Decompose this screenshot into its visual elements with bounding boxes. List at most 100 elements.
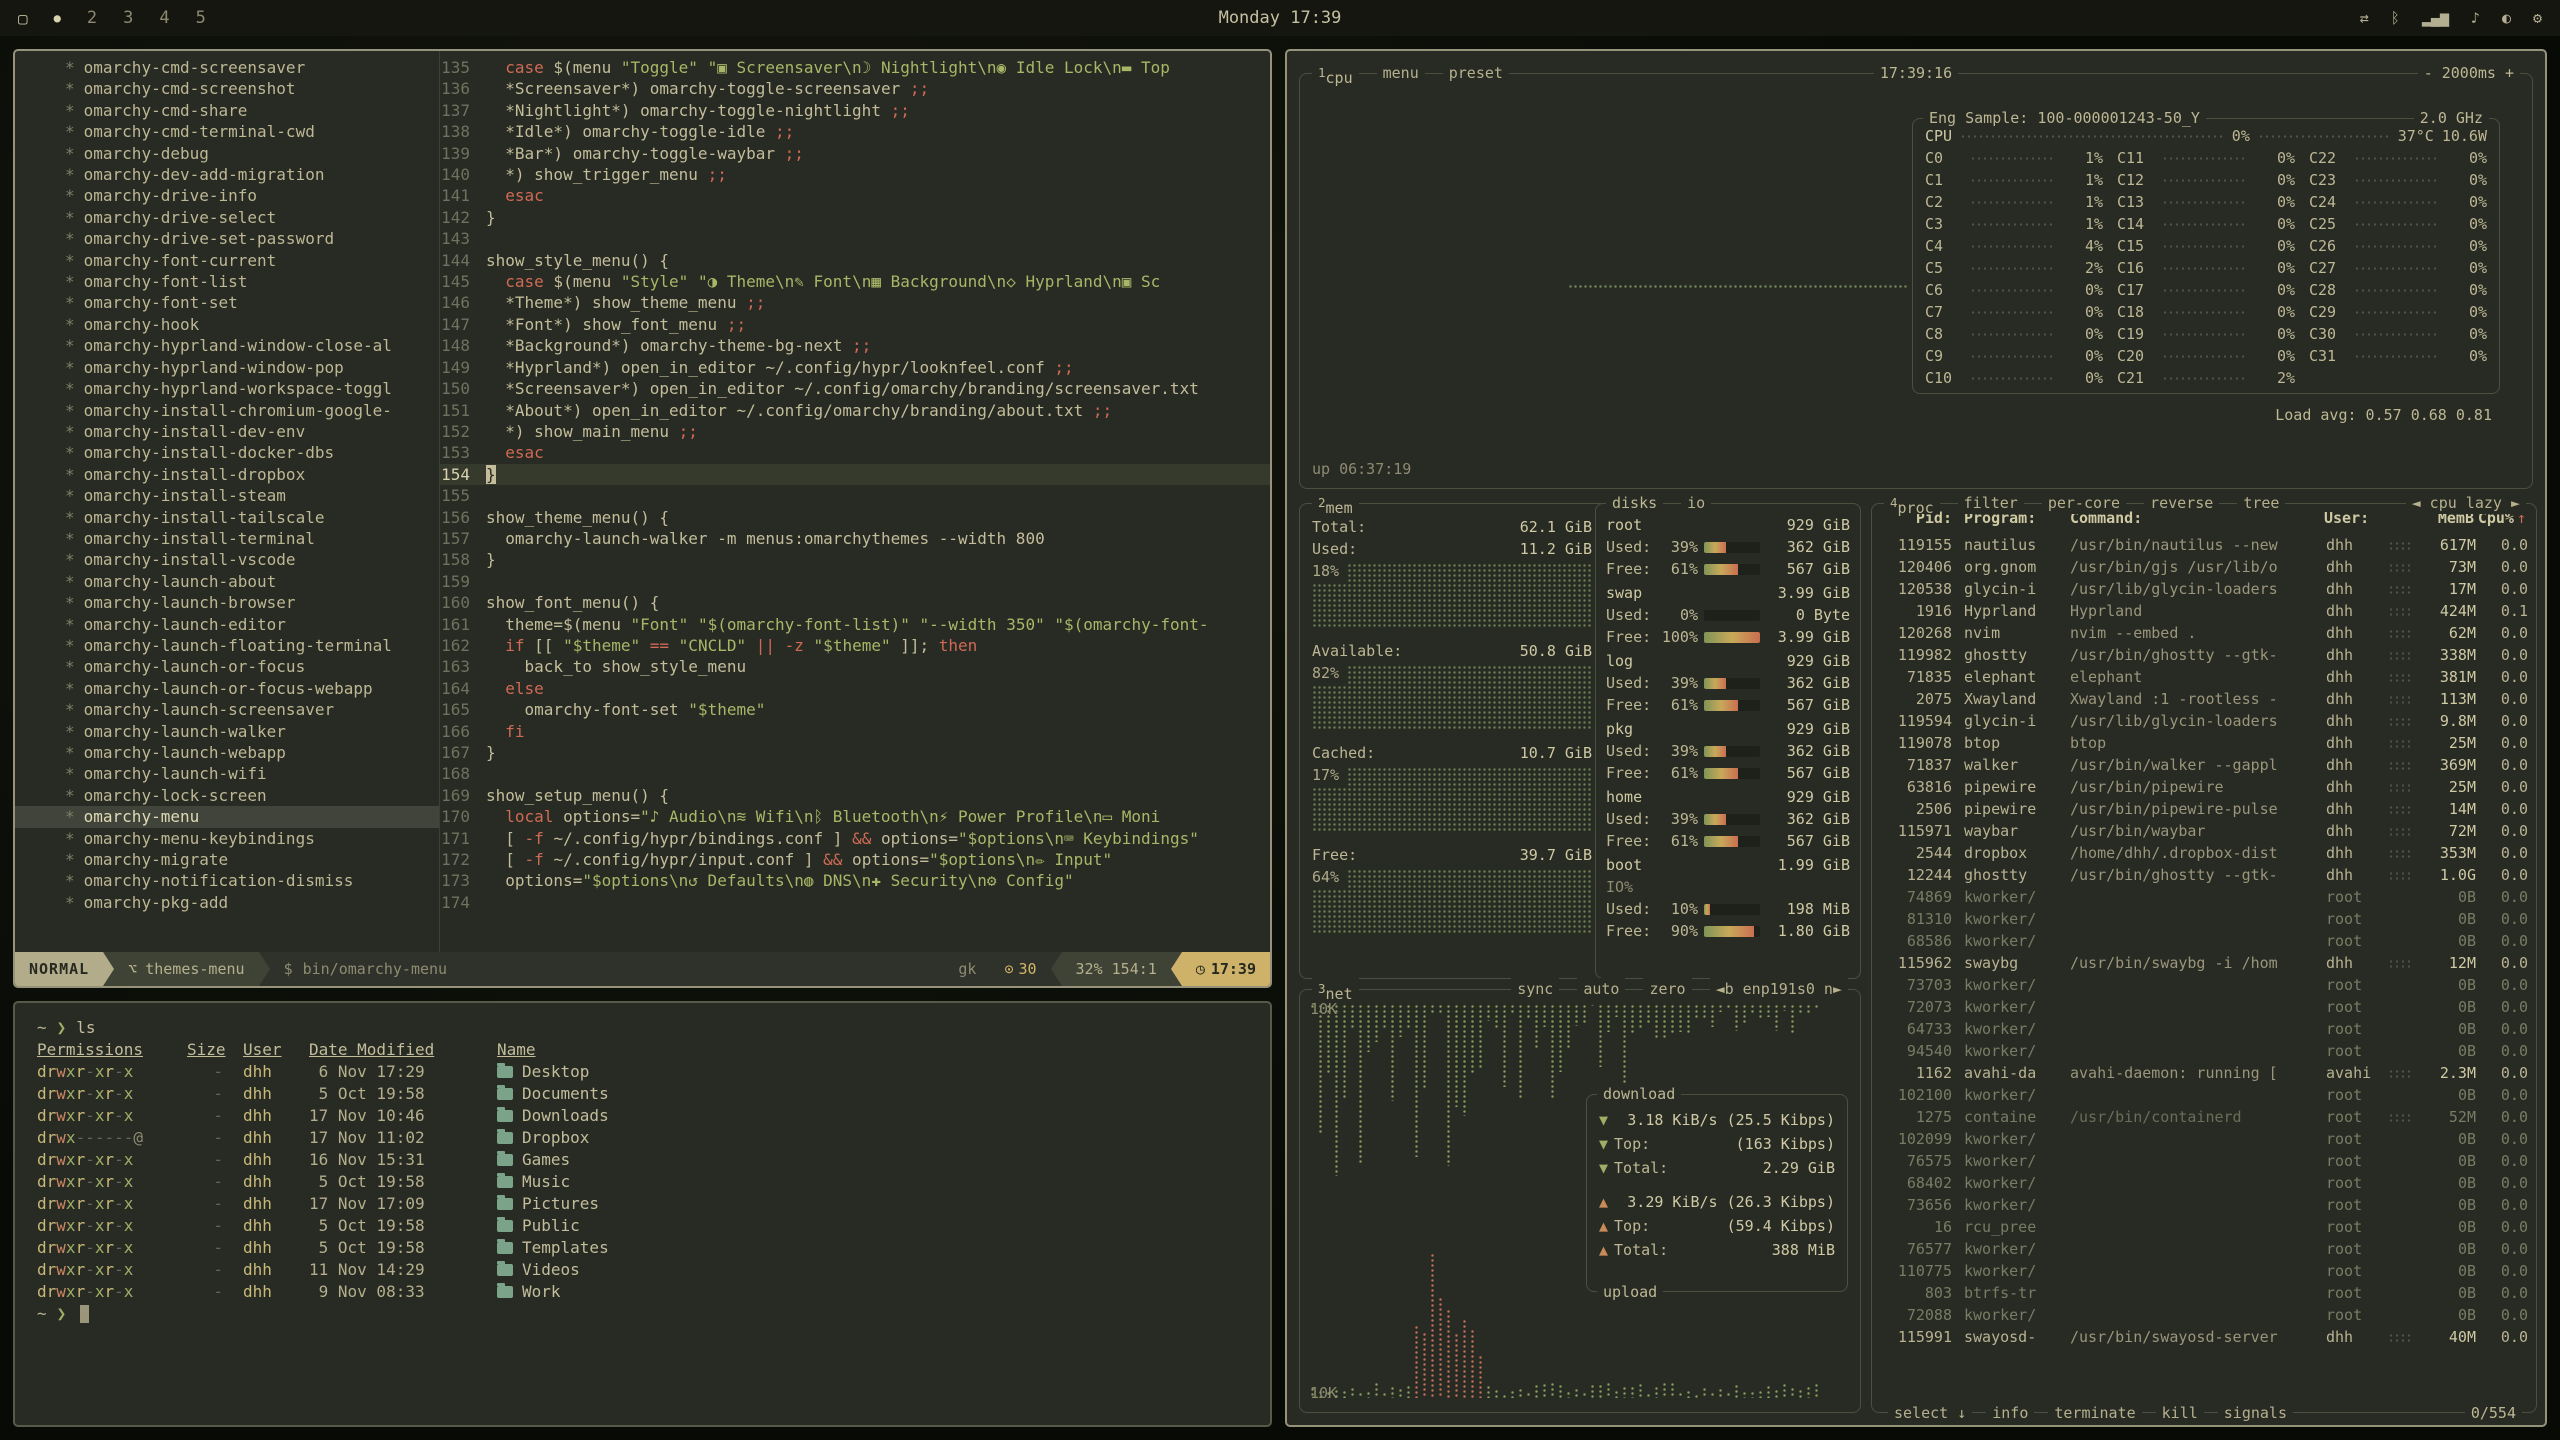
proc-kill-button[interactable]: kill xyxy=(2156,1402,2204,1424)
file-item[interactable]: *omarchy-launch-or-focus xyxy=(15,656,439,677)
btop-menu-button[interactable]: menu xyxy=(1377,62,1425,84)
code-line[interactable]: 154} xyxy=(440,464,1270,485)
file-item[interactable]: *omarchy-notification-dismiss xyxy=(15,870,439,891)
file-item[interactable]: *omarchy-launch-browser xyxy=(15,592,439,613)
file-item[interactable]: *omarchy-launch-about xyxy=(15,571,439,592)
workspace-5[interactable]: 5 xyxy=(196,8,206,28)
proc-per-core-toggle[interactable]: per-core xyxy=(2042,492,2126,514)
proc-terminate-button[interactable]: terminate xyxy=(2048,1402,2141,1424)
code-line[interactable]: 159 xyxy=(440,571,1270,592)
directory-name[interactable]: Music xyxy=(497,1171,1248,1193)
cpu-meter-icon[interactable]: ▂▄▆ xyxy=(2422,9,2449,27)
file-item[interactable]: *omarchy-cmd-screenshot xyxy=(15,78,439,99)
file-item[interactable]: *omarchy-migrate xyxy=(15,849,439,870)
btop-preset-button[interactable]: preset xyxy=(1443,62,1509,84)
workspace-2[interactable]: 2 xyxy=(87,8,97,28)
file-item[interactable]: *omarchy-launch-webapp xyxy=(15,742,439,763)
proc-row[interactable]: 71835elephantelephantdhh381M0.0 xyxy=(1882,666,2528,688)
code-pane[interactable]: 135 case $(menu "Toggle" "▣ Screensaver\… xyxy=(440,51,1270,952)
file-item[interactable]: *omarchy-menu xyxy=(15,806,439,827)
file-item[interactable]: *omarchy-menu-keybindings xyxy=(15,828,439,849)
proc-info-button[interactable]: info xyxy=(1986,1402,2034,1424)
proc-row[interactable]: 12244ghostty/usr/bin/ghostty --gtk-dhh1.… xyxy=(1882,864,2528,886)
code-line[interactable]: 173 options="$options\n↺ Defaults\n◍ DNS… xyxy=(440,870,1270,891)
file-item[interactable]: *omarchy-font-list xyxy=(15,271,439,292)
interval-increase-button[interactable]: + xyxy=(2505,64,2514,82)
workspace-1-active-icon[interactable]: ● xyxy=(54,11,61,25)
proc-row[interactable]: 63816pipewire/usr/bin/pipewiredhh25M0.0 xyxy=(1882,776,2528,798)
file-item[interactable]: *omarchy-launch-floating-terminal xyxy=(15,635,439,656)
proc-row[interactable]: 120406org.gnom/usr/bin/gjs /usr/lib/odhh… xyxy=(1882,556,2528,578)
file-item[interactable]: *omarchy-lock-screen xyxy=(15,785,439,806)
proc-row[interactable]: 74869kworker/root0B0.0 xyxy=(1882,886,2528,908)
directory-name[interactable]: Downloads xyxy=(497,1105,1248,1127)
code-line[interactable]: 174 xyxy=(440,892,1270,913)
file-item[interactable]: *omarchy-install-dev-env xyxy=(15,421,439,442)
proc-row[interactable]: 119982ghostty/usr/bin/ghostty --gtk-dhh3… xyxy=(1882,644,2528,666)
file-item[interactable]: *omarchy-drive-select xyxy=(15,207,439,228)
code-line[interactable]: 136 *Screensaver*) omarchy-toggle-screen… xyxy=(440,78,1270,99)
code-line[interactable]: 139 *Bar*) omarchy-toggle-waybar ;; xyxy=(440,143,1270,164)
code-line[interactable]: 157 omarchy-launch-walker -m menus:omarc… xyxy=(440,528,1270,549)
directory-name[interactable]: Desktop xyxy=(497,1061,1248,1083)
code-line[interactable]: 145 case $(menu "Style" "◑ Theme\n✎ Font… xyxy=(440,271,1270,292)
file-item[interactable]: *omarchy-launch-wifi xyxy=(15,763,439,784)
directory-name[interactable]: Videos xyxy=(497,1259,1248,1281)
file-item[interactable]: *omarchy-hyprland-workspace-toggl xyxy=(15,378,439,399)
file-item[interactable]: *omarchy-install-terminal xyxy=(15,528,439,549)
code-line[interactable]: 172 [ -f ~/.config/hypr/input.conf ] && … xyxy=(440,849,1270,870)
proc-select-button[interactable]: select ↓ xyxy=(1888,1402,1972,1424)
disks-io-toggle[interactable]: io xyxy=(1681,492,1711,514)
directory-name[interactable]: Dropbox xyxy=(497,1127,1248,1149)
workspace-3[interactable]: 3 xyxy=(123,8,133,28)
code-line[interactable]: 158} xyxy=(440,549,1270,570)
proc-row[interactable]: 803btrfs-trroot0B0.0 xyxy=(1882,1282,2528,1304)
proc-row[interactable]: 68402kworker/root0B0.0 xyxy=(1882,1172,2528,1194)
proc-row[interactable]: 2506pipewire/usr/bin/pipewire-pulsedhh14… xyxy=(1882,798,2528,820)
file-item[interactable]: *omarchy-install-chromium-google- xyxy=(15,400,439,421)
directory-name[interactable]: Templates xyxy=(497,1237,1248,1259)
net-sync-button[interactable]: sync xyxy=(1511,978,1559,1000)
proc-row[interactable]: 76577kworker/root0B0.0 xyxy=(1882,1238,2528,1260)
proc-row[interactable]: 120268nvimnvim --embed .dhh62M0.0 xyxy=(1882,622,2528,644)
code-line[interactable]: 168 xyxy=(440,763,1270,784)
file-item[interactable]: *omarchy-install-vscode xyxy=(15,549,439,570)
disks-box-title[interactable]: disks xyxy=(1606,492,1663,514)
code-line[interactable]: 169show_setup_menu() { xyxy=(440,785,1270,806)
net-zero-button[interactable]: zero xyxy=(1643,978,1691,1000)
code-line[interactable]: 142} xyxy=(440,207,1270,228)
file-item[interactable]: *omarchy-hook xyxy=(15,314,439,335)
file-item[interactable]: *omarchy-launch-screensaver xyxy=(15,699,439,720)
proc-row[interactable]: 81310kworker/root0B0.0 xyxy=(1882,908,2528,930)
code-line[interactable]: 144show_style_menu() { xyxy=(440,250,1270,271)
code-line[interactable]: 152 *) show_main_menu ;; xyxy=(440,421,1270,442)
proc-filter-button[interactable]: filter xyxy=(1958,492,2024,514)
directory-name[interactable]: Public xyxy=(497,1215,1248,1237)
proc-row[interactable]: 119078btopbtopdhh25M0.0 xyxy=(1882,732,2528,754)
proc-row[interactable]: 119155nautilus/usr/bin/nautilus --newdhh… xyxy=(1882,534,2528,556)
directory-name[interactable]: Pictures xyxy=(497,1193,1248,1215)
proc-row[interactable]: 94540kworker/root0B0.0 xyxy=(1882,1040,2528,1062)
code-line[interactable]: 166 fi xyxy=(440,721,1270,742)
file-item[interactable]: *omarchy-install-docker-dbs xyxy=(15,442,439,463)
file-item[interactable]: *omarchy-debug xyxy=(15,143,439,164)
code-line[interactable]: 163 back_to show_style_menu xyxy=(440,656,1270,677)
volume-icon[interactable]: ♪ xyxy=(2471,9,2480,27)
workspace-4[interactable]: 4 xyxy=(159,8,169,28)
code-line[interactable]: 146 *Theme*) show_theme_menu ;; xyxy=(440,292,1270,313)
proc-row[interactable]: 1162avahi-daavahi-daemon: running [avahi… xyxy=(1882,1062,2528,1084)
net-interface-selector[interactable]: ◄b enp191s0 n► xyxy=(1710,978,1848,1000)
proc-row[interactable]: 76575kworker/root0B0.0 xyxy=(1882,1150,2528,1172)
directory-name[interactable]: Work xyxy=(497,1281,1248,1303)
code-line[interactable]: 147 *Font*) show_font_menu ;; xyxy=(440,314,1270,335)
file-item[interactable]: *omarchy-launch-editor xyxy=(15,614,439,635)
file-item[interactable]: *omarchy-cmd-screensaver xyxy=(15,57,439,78)
file-item[interactable]: *omarchy-install-tailscale xyxy=(15,507,439,528)
code-line[interactable]: 164 else xyxy=(440,678,1270,699)
code-line[interactable]: 165 omarchy-font-set "$theme" xyxy=(440,699,1270,720)
screen-share-icon[interactable]: ⇄ xyxy=(2360,9,2369,27)
directory-name[interactable]: Games xyxy=(497,1149,1248,1171)
proc-box-title[interactable]: 4proc xyxy=(1884,492,1940,514)
proc-row[interactable]: 115991swayosd-/usr/bin/swayosd-serverdhh… xyxy=(1882,1326,2528,1348)
file-item[interactable]: *omarchy-hyprland-window-pop xyxy=(15,357,439,378)
